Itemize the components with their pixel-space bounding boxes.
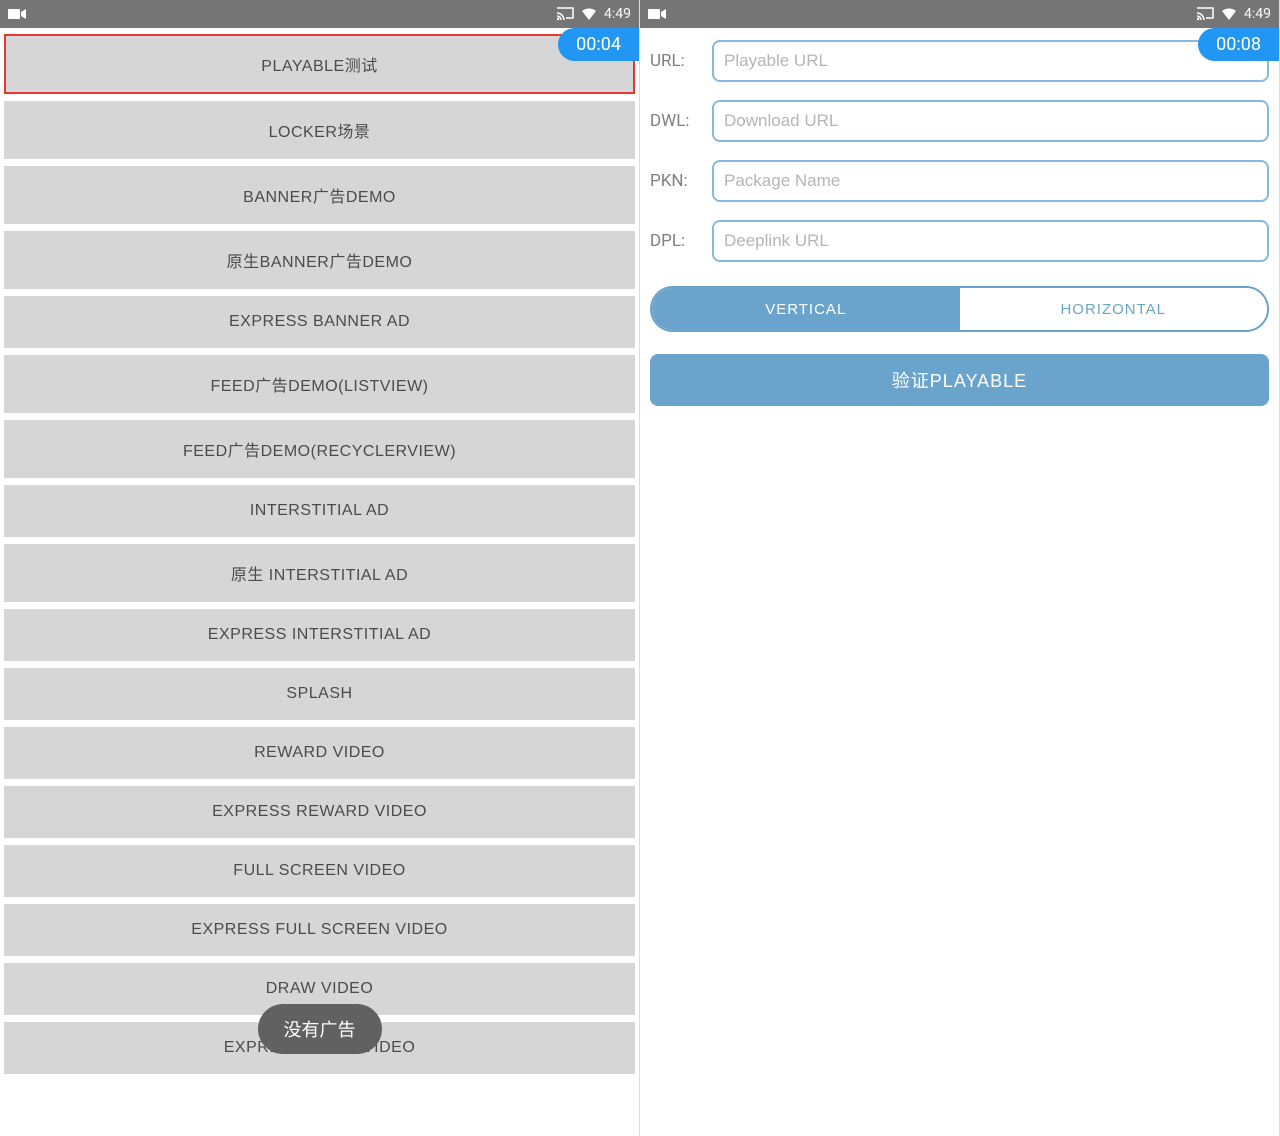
wifi-icon (580, 7, 598, 21)
left-phone-screen: 4:49 00:04 PLAYABLE测试 LOCKER场景 BANNER广告D… (0, 0, 640, 1136)
menu-list: PLAYABLE测试 LOCKER场景 BANNER广告DEMO 原生BANNE… (0, 28, 639, 1074)
menu-item-locker[interactable]: LOCKER场景 (4, 101, 635, 159)
verify-playable-button[interactable]: 验证PLAYABLE (650, 354, 1269, 406)
menu-item-feed-listview[interactable]: FEED广告DEMO(LISTVIEW) (4, 355, 635, 413)
menu-item-express-fullscreen-video[interactable]: EXPRESS FULL SCREEN VIDEO (4, 904, 635, 956)
horizontal-button[interactable]: HORIZONTAL (960, 288, 1268, 330)
clock-text: 4:49 (604, 6, 631, 22)
recording-timer: 00:04 (558, 28, 639, 61)
dpl-label: DPL: (650, 231, 704, 251)
playable-form: URL: DWL: PKN: DPL: VERTICAL HORIZONTAL … (640, 28, 1279, 418)
menu-item-interstitial[interactable]: INTERSTITIAL AD (4, 485, 635, 537)
menu-item-banner-demo[interactable]: BANNER广告DEMO (4, 166, 635, 224)
clock-text: 4:49 (1244, 6, 1271, 22)
url-label: URL: (650, 51, 704, 71)
url-row: URL: (650, 40, 1269, 82)
recording-timer: 00:08 (1198, 28, 1279, 61)
orientation-segment: VERTICAL HORIZONTAL (650, 286, 1269, 332)
cast-icon (556, 7, 574, 21)
status-bar: 4:49 (640, 0, 1279, 28)
url-input[interactable] (712, 40, 1269, 82)
pkn-label: PKN: (650, 171, 704, 191)
menu-item-playable-test[interactable]: PLAYABLE测试 (4, 34, 635, 94)
pkn-row: PKN: (650, 160, 1269, 202)
dpl-row: DPL: (650, 220, 1269, 262)
menu-item-feed-recyclerview[interactable]: FEED广告DEMO(RECYCLERVIEW) (4, 420, 635, 478)
dpl-input[interactable] (712, 220, 1269, 262)
menu-item-fullscreen-video[interactable]: FULL SCREEN VIDEO (4, 845, 635, 897)
menu-item-splash[interactable]: SPLASH (4, 668, 635, 720)
wifi-icon (1220, 7, 1238, 21)
dwl-input[interactable] (712, 100, 1269, 142)
vertical-button[interactable]: VERTICAL (652, 288, 960, 330)
menu-item-native-banner-demo[interactable]: 原生BANNER广告DEMO (4, 231, 635, 289)
toast-no-ads: 没有广告 (258, 1004, 382, 1054)
video-icon (8, 8, 26, 20)
menu-item-express-interstitial[interactable]: EXPRESS INTERSTITIAL AD (4, 609, 635, 661)
menu-item-express-banner[interactable]: EXPRESS BANNER AD (4, 296, 635, 348)
right-phone-screen: 4:49 00:08 URL: DWL: PKN: DPL: VERTICAL … (640, 0, 1280, 1136)
dwl-row: DWL: (650, 100, 1269, 142)
dwl-label: DWL: (650, 111, 704, 131)
menu-item-native-interstitial[interactable]: 原生 INTERSTITIAL AD (4, 544, 635, 602)
menu-item-express-reward-video[interactable]: EXPRESS REWARD VIDEO (4, 786, 635, 838)
cast-icon (1196, 7, 1214, 21)
status-bar: 4:49 (0, 0, 639, 28)
pkn-input[interactable] (712, 160, 1269, 202)
menu-item-reward-video[interactable]: REWARD VIDEO (4, 727, 635, 779)
video-icon (648, 8, 666, 20)
